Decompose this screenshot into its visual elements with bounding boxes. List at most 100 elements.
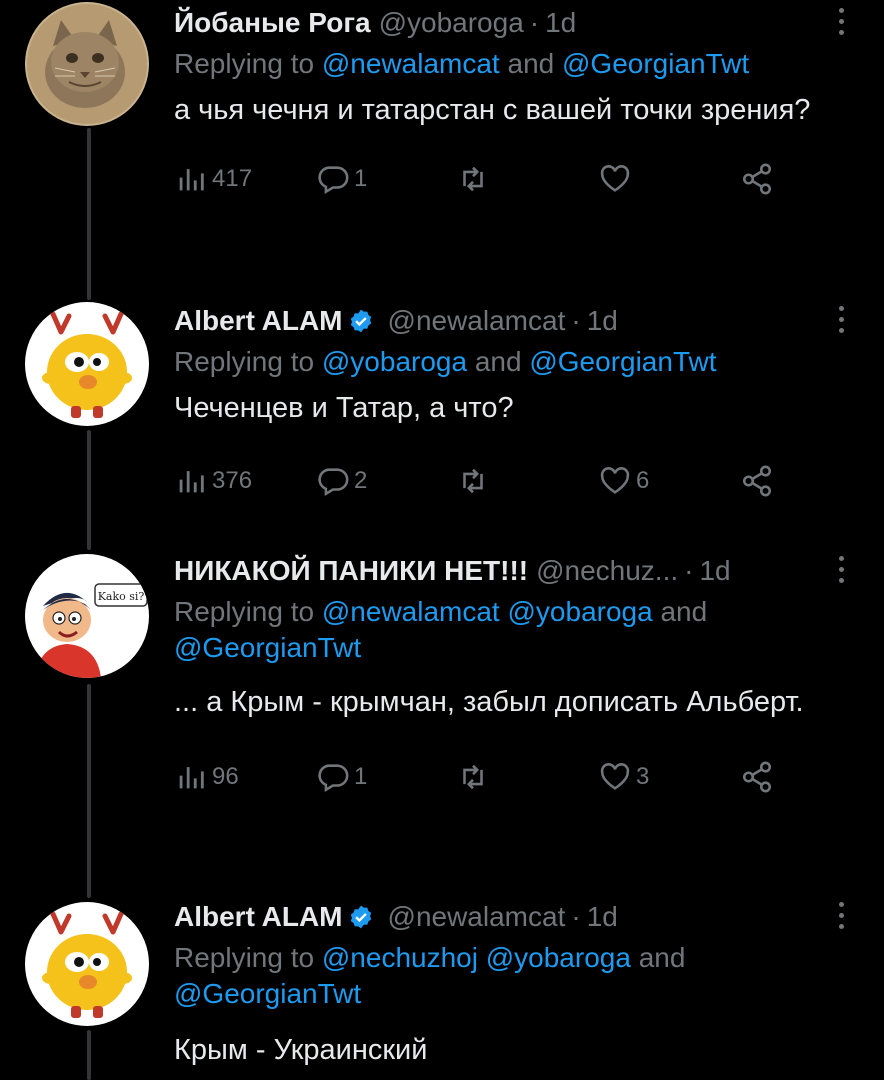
cartoon-boy-avatar-image: Kako si? <box>25 554 149 678</box>
share-nodes-icon <box>742 465 772 497</box>
views-bar-chart-icon <box>179 169 204 191</box>
more-dots-icon[interactable] <box>838 8 846 36</box>
retweet-icon <box>463 468 483 494</box>
replying-to: Replying to @newalamcat and @GeorgianTwt <box>174 46 824 82</box>
avatar-speech-bubble: Kako si? <box>98 590 145 603</box>
separator-dot: · <box>684 555 694 586</box>
tweet-actions: 96 1 3 <box>174 754 824 800</box>
display-name[interactable]: Albert ALAM <box>174 305 343 336</box>
mention-link[interactable]: @nechuzhoj <box>322 942 478 973</box>
thread-line <box>87 430 91 550</box>
user-handle[interactable]: @nechuz... <box>536 555 678 586</box>
reply-bubble-icon <box>318 764 349 793</box>
tweet-header: Albert ALAM @newalamcat · 1d <box>174 300 824 342</box>
avatar[interactable] <box>25 2 149 126</box>
replying-to: Replying to @newalamcat @yobaroga and @G… <box>174 594 824 666</box>
replying-to-prefix: Replying to <box>174 346 322 377</box>
reply-count: 1 <box>354 763 368 790</box>
retweet-button[interactable] <box>456 754 494 800</box>
share-button[interactable] <box>740 156 778 202</box>
cat-avatar-image <box>25 2 149 126</box>
reply-count: 1 <box>354 165 368 192</box>
retweet-button[interactable] <box>456 458 494 504</box>
user-handle[interactable]: @newalamcat <box>388 901 566 932</box>
share-button[interactable] <box>740 754 778 800</box>
retweet-button[interactable] <box>456 156 494 202</box>
reply-bubble-icon <box>318 166 349 195</box>
reply-thread: Йобаные Рога @yobaroga · 1d Replying to @ne… <box>0 0 884 1080</box>
timestamp[interactable]: 1d <box>587 305 618 336</box>
yellow-creature-avatar-image <box>25 902 149 1026</box>
reply-button[interactable]: 1 <box>316 156 367 202</box>
mention-link[interactable]: @GeorgianTwt <box>174 632 361 663</box>
views-count: 417 <box>212 165 253 192</box>
like-count: 6 <box>636 467 650 494</box>
mention-link[interactable]: @GeorgianTwt <box>174 978 361 1009</box>
share-nodes-icon <box>742 761 772 793</box>
heart-icon <box>600 165 630 192</box>
thread-line <box>87 1030 91 1080</box>
replying-to-prefix: Replying to <box>174 942 322 973</box>
reply-button[interactable]: 1 <box>316 754 367 800</box>
verified-badge-icon <box>350 309 371 333</box>
mention-link[interactable]: @GeorgianTwt <box>562 48 749 79</box>
replying-to: Replying to @nechuzhoj @yobaroga and @Ge… <box>174 940 824 1012</box>
mention-link[interactable]: @GeorgianTwt <box>529 346 716 377</box>
mention-link[interactable]: @newalamcat <box>322 596 500 627</box>
like-button[interactable]: 6 <box>598 458 649 504</box>
like-button[interactable] <box>598 156 636 202</box>
mention-link[interactable]: @yobaroga <box>508 596 653 627</box>
share-button[interactable] <box>740 458 778 504</box>
display-name[interactable]: Йобаные Рога <box>174 7 371 38</box>
display-name[interactable]: НИКАКОЙ ПАНИКИ НЕТ!!! <box>174 555 528 586</box>
replying-to-prefix: Replying to <box>174 48 322 79</box>
tweet-text: ... а Крым - крымчан, забыл дописать Аль… <box>174 686 804 718</box>
more-dots-icon[interactable] <box>838 902 846 930</box>
retweet-icon <box>463 764 483 790</box>
views-button[interactable]: 96 <box>174 754 239 800</box>
share-nodes-icon <box>742 163 772 195</box>
timestamp[interactable]: 1d <box>545 7 576 38</box>
views-count: 96 <box>212 763 239 790</box>
retweet-icon <box>463 166 483 192</box>
replying-to: Replying to @yobaroga and @GeorgianTwt <box>174 344 824 380</box>
tweet-text: Чеченцев и Татар, а что? <box>174 392 514 424</box>
views-bar-chart-icon <box>179 471 204 493</box>
tweet-header: Albert ALAM @newalamcat · 1d <box>174 896 824 938</box>
mention-separator <box>500 596 508 627</box>
views-bar-chart-icon <box>179 767 204 789</box>
user-handle[interactable]: @yobaroga <box>379 7 524 38</box>
reply-bubble-icon <box>318 468 349 497</box>
display-name[interactable]: Albert ALAM <box>174 901 343 932</box>
separator-dot: · <box>571 305 581 336</box>
tweet-header: НИКАКОЙ ПАНИКИ НЕТ!!! @nechuz... · 1d <box>174 550 824 592</box>
replying-to-prefix: Replying to <box>174 596 322 627</box>
avatar[interactable] <box>25 302 149 426</box>
mention-separator: and <box>499 48 562 79</box>
more-dots-icon[interactable] <box>838 556 846 584</box>
user-handle[interactable]: @newalamcat <box>388 305 566 336</box>
mention-link[interactable]: @yobaroga <box>322 346 467 377</box>
avatar[interactable]: Kako si? <box>25 554 149 678</box>
like-button[interactable]: 3 <box>598 754 649 800</box>
mention-link[interactable]: @yobaroga <box>486 942 631 973</box>
views-button[interactable]: 417 <box>174 156 252 202</box>
yellow-creature-avatar-image <box>25 302 149 426</box>
mention-link[interactable]: @newalamcat <box>322 48 500 79</box>
views-button[interactable]: 376 <box>174 458 252 504</box>
verified-badge-icon <box>350 905 371 929</box>
timestamp[interactable]: 1d <box>699 555 730 586</box>
heart-icon <box>600 763 630 790</box>
thread-line <box>87 128 91 300</box>
tweet-text: Крым - Украинский <box>174 1034 428 1066</box>
reply-button[interactable]: 2 <box>316 458 367 504</box>
more-dots-icon[interactable] <box>838 306 846 334</box>
tweet-actions: 417 1 <box>174 156 824 202</box>
mention-separator <box>478 942 486 973</box>
timestamp[interactable]: 1d <box>587 901 618 932</box>
avatar[interactable] <box>25 902 149 1026</box>
mention-separator: and <box>467 346 530 377</box>
tweet-actions: 376 2 6 <box>174 458 824 504</box>
heart-icon <box>600 467 630 494</box>
tweet-header: Йобаные Рога @yobaroga · 1d <box>174 2 824 44</box>
